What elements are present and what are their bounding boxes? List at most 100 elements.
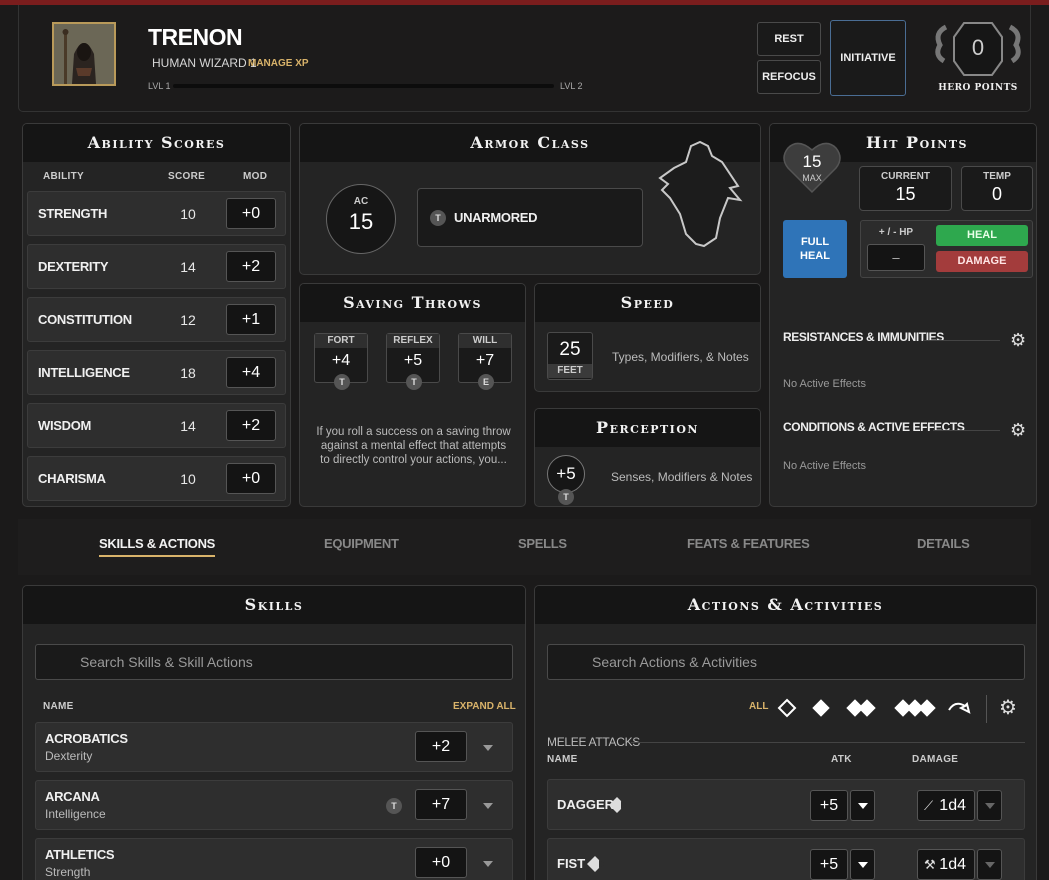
saving-throw-note-line: If you roll a success on a saving throw — [316, 426, 511, 438]
damage-dropdown[interactable] — [977, 849, 1002, 880]
ability-modifier[interactable]: +0 — [226, 198, 276, 229]
skill-modifier[interactable]: +7 — [415, 789, 467, 820]
current-hp-label: CURRENT — [881, 171, 930, 182]
chevron-down-icon — [858, 862, 868, 868]
damage-dropdown[interactable] — [977, 790, 1002, 821]
one-action-icon — [609, 796, 629, 814]
skill-name: ACROBATICS — [45, 731, 128, 746]
perception-proficiency-badge: T — [558, 489, 574, 505]
ac-circle[interactable]: AC 15 — [326, 184, 396, 254]
hero-points-counter[interactable]: 0 — [932, 19, 1024, 81]
ability-name: INTELLIGENCE — [38, 365, 130, 380]
initiative-button[interactable]: INITIATIVE — [830, 20, 906, 96]
tab-skills-actions[interactable]: SKILLS & ACTIONS — [99, 536, 215, 557]
skills-search-input[interactable] — [36, 645, 512, 679]
perception-panel: Perception +5 T Senses, Modifiers & Note… — [534, 408, 761, 507]
actions-title: Actions & Activities — [535, 586, 1036, 624]
max-hp-label: MAX — [802, 173, 822, 183]
resistances-label: RESISTANCES & IMMUNITIES — [783, 330, 944, 344]
ability-modifier[interactable]: +2 — [226, 251, 276, 282]
tab-feats-features[interactable]: FEATS & FEATURES — [687, 536, 810, 551]
damage-roll[interactable]: ⚒ 1d4 — [917, 849, 975, 880]
speed-notes[interactable]: Types, Modifiers, & Notes — [612, 350, 749, 364]
action-row[interactable]: DAGGER +5 ⟋ 1d4 — [547, 779, 1025, 830]
tab-details[interactable]: DETAILS — [917, 536, 970, 551]
skill-ability: Intelligence — [45, 807, 106, 821]
speed-value-box[interactable]: 25 FEET — [547, 332, 593, 380]
action-cost-filters[interactable] — [775, 698, 995, 718]
ability-name: CHARISMA — [38, 471, 106, 486]
chevron-down-icon — [985, 862, 995, 868]
attack-dropdown[interactable] — [850, 790, 875, 821]
character-header: TRENON HUMAN WIZARD 1 MANAGE XP LVL 1 LV… — [18, 5, 1031, 112]
max-hp-heart: 15 MAX — [782, 138, 842, 194]
filter-all[interactable]: ALL — [749, 701, 768, 712]
skills-search[interactable] — [35, 644, 513, 680]
actions-settings-gear-icon[interactable]: ⚙ — [999, 695, 1017, 720]
ability-modifier[interactable]: +2 — [226, 410, 276, 441]
perception-value[interactable]: +5 — [547, 455, 585, 493]
skills-panel: Skills NAME EXPAND ALL ACROBATICS Dexteri… — [22, 585, 526, 880]
ability-row[interactable]: CHARISMA 10 +0 — [27, 456, 286, 501]
armor-item-card[interactable]: T UNARMORED — [417, 188, 643, 247]
ability-row[interactable]: STRENGTH 10 +0 — [27, 191, 286, 236]
mod-col-header: MOD — [243, 171, 268, 182]
ability-modifier[interactable]: +0 — [226, 463, 276, 494]
character-portrait[interactable] — [52, 22, 116, 86]
armor-silhouette-icon — [658, 140, 743, 248]
ability-modifier[interactable]: +4 — [226, 357, 276, 388]
attack-bonus[interactable]: +5 — [810, 790, 848, 821]
rest-button[interactable]: REST — [757, 22, 821, 56]
hp-adjust-input[interactable]: – — [867, 244, 925, 271]
actions-search[interactable] — [547, 644, 1025, 680]
character-name: TRENON — [148, 24, 243, 50]
conditions-gear-icon[interactable]: ⚙ — [1010, 420, 1026, 441]
tab-equipment[interactable]: EQUIPMENT — [324, 536, 399, 551]
chevron-down-icon[interactable] — [483, 803, 493, 809]
chevron-down-icon[interactable] — [483, 861, 493, 867]
damage-button[interactable]: DAMAGE — [936, 251, 1028, 272]
manage-xp-link[interactable]: MANAGE XP — [248, 58, 309, 69]
ability-modifier[interactable]: +1 — [226, 304, 276, 335]
skill-row[interactable]: ATHLETICS Strength +0 — [35, 838, 513, 880]
attack-bonus[interactable]: +5 — [810, 849, 848, 880]
heal-button[interactable]: HEAL — [936, 225, 1028, 246]
main-tabs: SKILLS & ACTIONS EQUIPMENT SPELLS FEATS … — [18, 519, 1031, 575]
resistances-gear-icon[interactable]: ⚙ — [1010, 330, 1026, 351]
ability-row[interactable]: CONSTITUTION 12 +1 — [27, 297, 286, 342]
actions-atk-header: ATK — [831, 754, 852, 765]
skill-row[interactable]: ACROBATICS Dexterity +2 — [35, 722, 513, 772]
character-class-level: HUMAN WIZARD 1 — [152, 56, 257, 70]
saving-throws-panel: Saving Throws FORT +4 T REFLEX +5 T WILL +7 E If… — [299, 283, 526, 507]
ability-scores-panel: Ability Scores ABILITY SCORE MOD STRENGT… — [22, 123, 291, 507]
ac-label: AC — [353, 196, 369, 207]
hp-adjust-label: + / - HP — [878, 227, 914, 238]
ac-value: 15 — [348, 209, 374, 234]
skill-modifier[interactable]: +2 — [415, 731, 467, 762]
tab-spells[interactable]: SPELLS — [518, 536, 567, 551]
actions-damage-header: DAMAGE — [912, 754, 959, 765]
action-row[interactable]: FIST +5 ⚒ 1d4 — [547, 838, 1025, 880]
divider — [631, 742, 1025, 743]
actions-search-input[interactable] — [548, 645, 1024, 679]
ability-row[interactable]: WISDOM 14 +2 — [27, 403, 286, 448]
saving-throw-note: If you roll a success on a saving throw … — [300, 425, 525, 467]
current-hp-box[interactable]: CURRENT 15 — [859, 166, 952, 211]
one-action-icon — [587, 855, 607, 873]
temp-hp-label: TEMP — [983, 171, 1011, 182]
attack-dropdown[interactable] — [850, 849, 875, 880]
ability-row[interactable]: DEXTERITY 14 +2 — [27, 244, 286, 289]
damage-dice: 1d4 — [939, 797, 966, 814]
expand-all-link[interactable]: EXPAND ALL — [453, 701, 516, 712]
skill-row[interactable]: ARCANA Intelligence T +7 — [35, 780, 513, 830]
refocus-button[interactable]: REFOCUS — [757, 60, 821, 94]
temp-hp-box[interactable]: TEMP 0 — [961, 166, 1033, 211]
chevron-down-icon[interactable] — [483, 745, 493, 751]
melee-attacks-section-label: MELEE ATTACKS — [547, 735, 641, 749]
ability-score: 14 — [180, 418, 196, 434]
skill-modifier[interactable]: +0 — [415, 847, 467, 878]
damage-roll[interactable]: ⟋ 1d4 — [917, 790, 975, 821]
ability-row[interactable]: INTELLIGENCE 18 +4 — [27, 350, 286, 395]
perception-notes[interactable]: Senses, Modifiers & Notes — [611, 470, 752, 484]
full-heal-button[interactable]: FULL HEAL — [783, 220, 847, 278]
